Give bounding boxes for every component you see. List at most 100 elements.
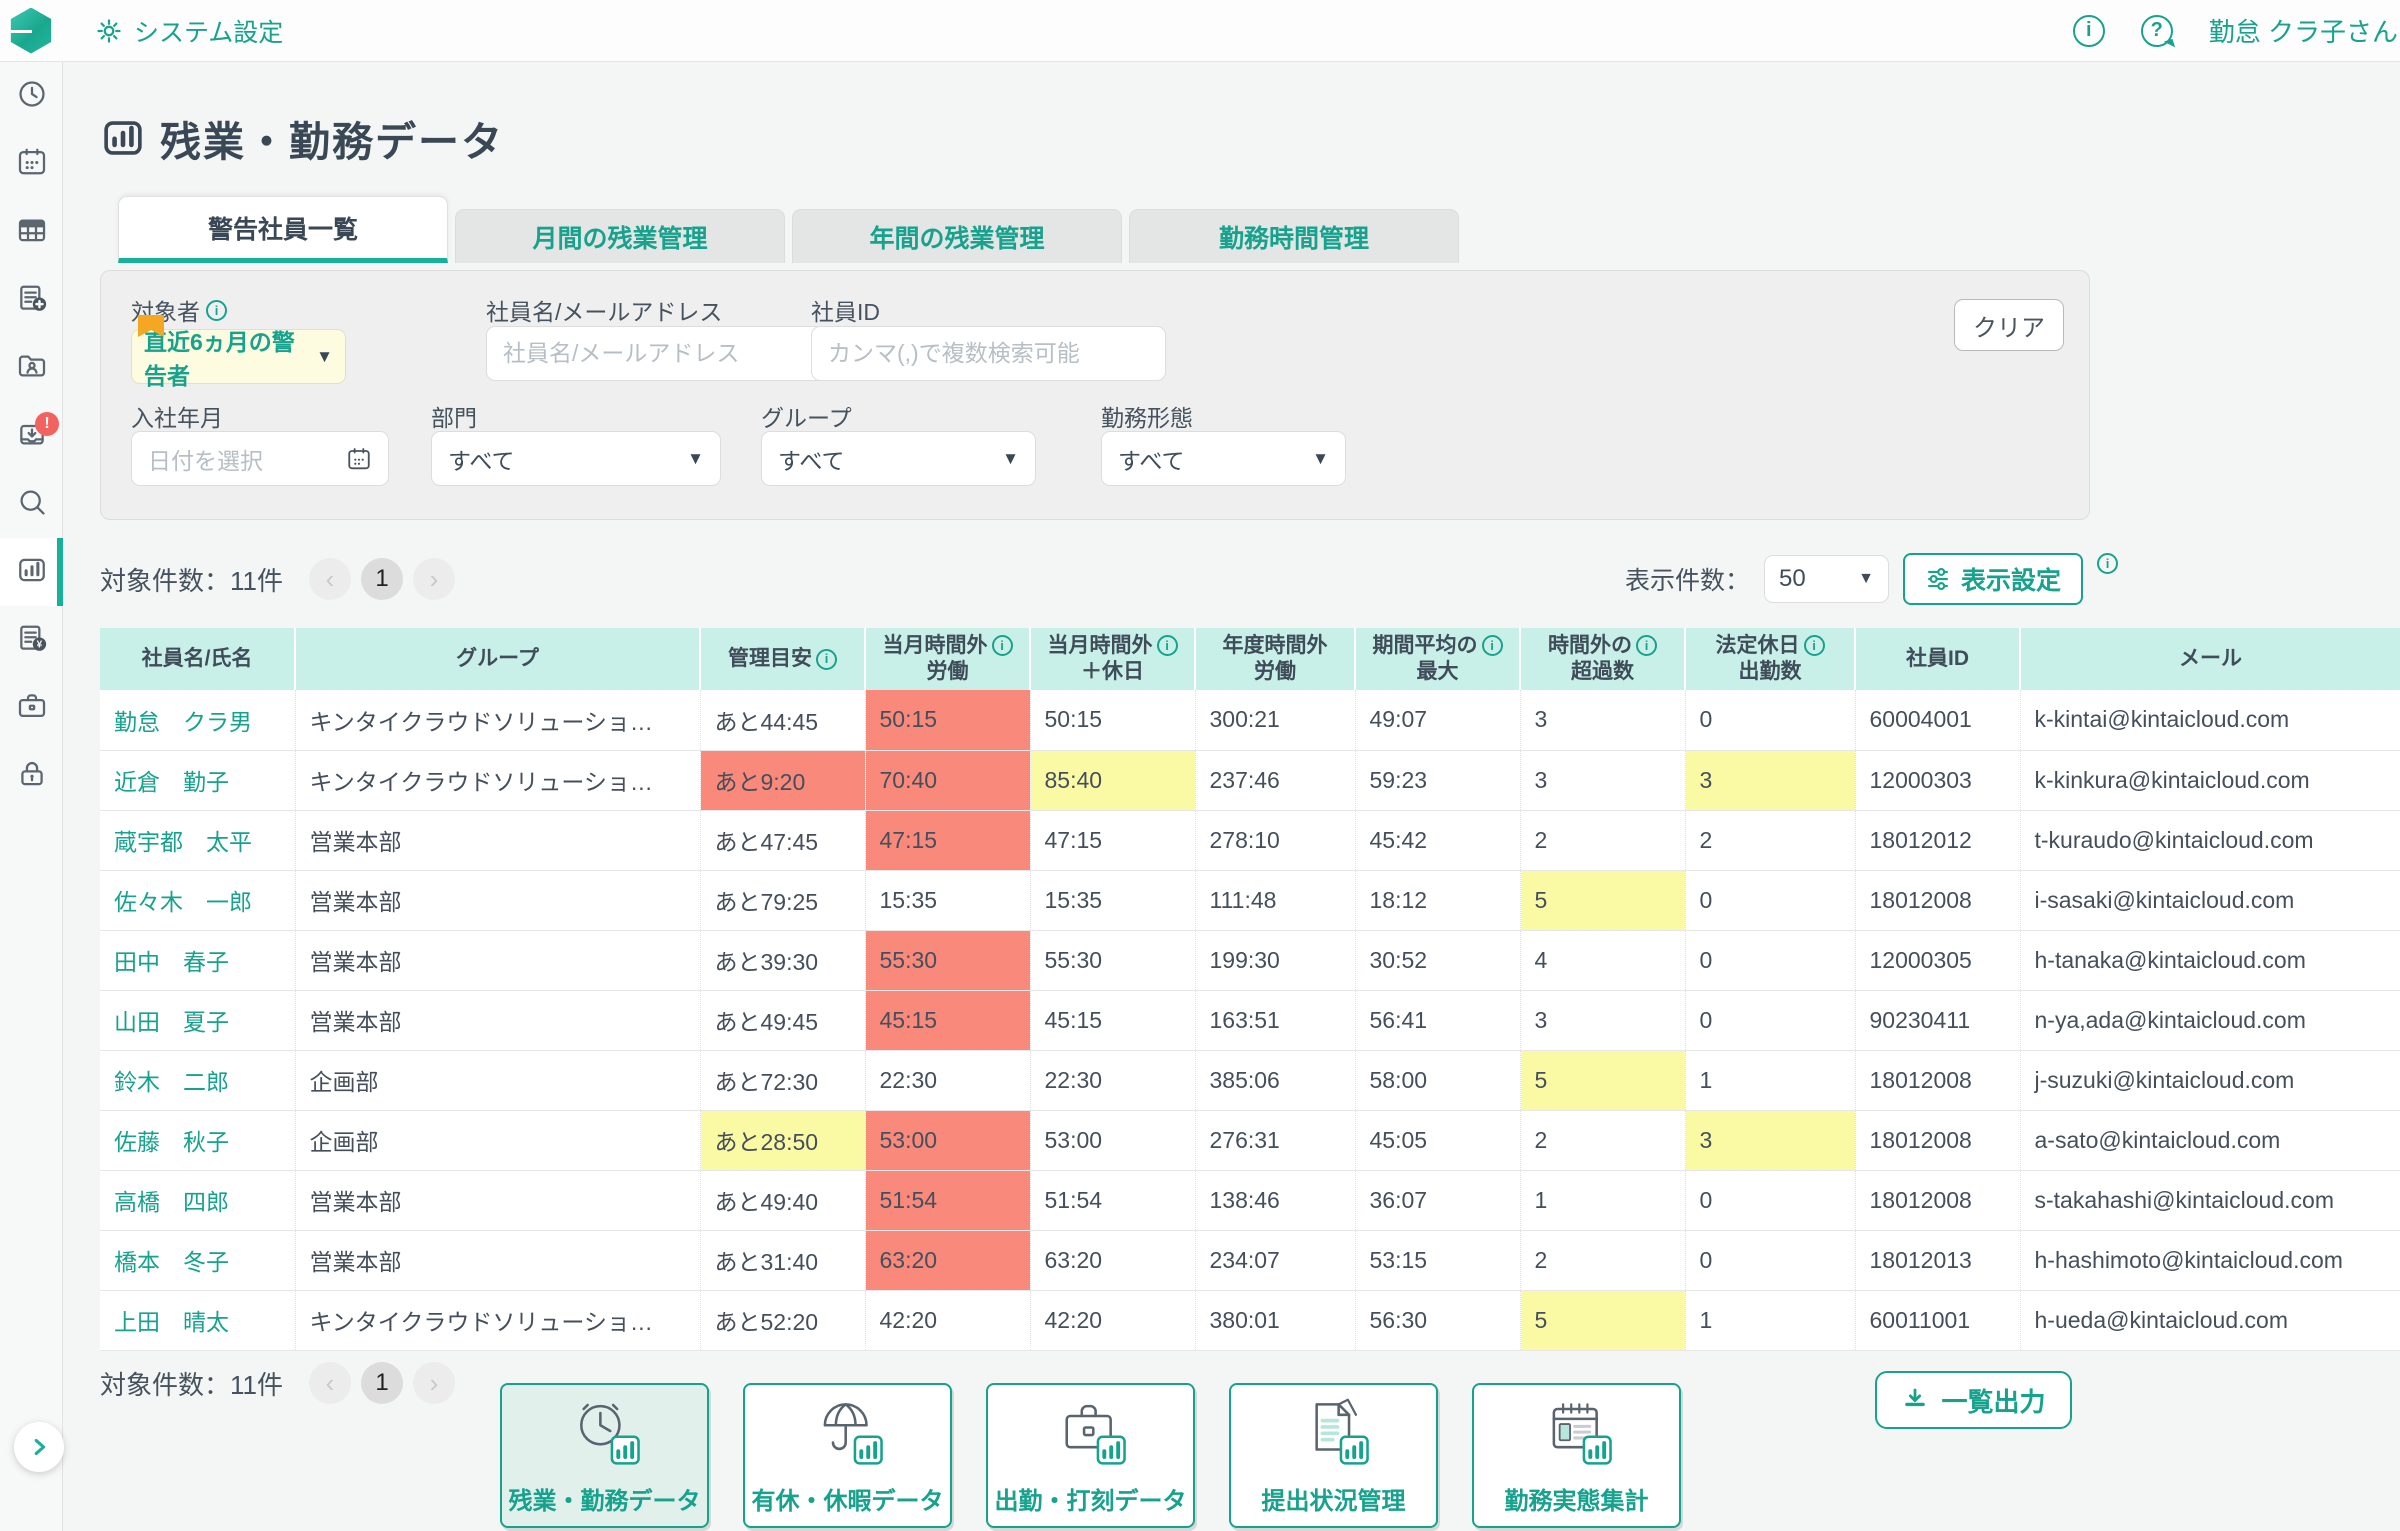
sidebar-expand-button[interactable] bbox=[14, 1422, 64, 1472]
group-select[interactable]: すべて ▼ bbox=[761, 431, 1036, 486]
sidebar-item-search[interactable] bbox=[0, 470, 63, 538]
target-filter-select[interactable]: 直近6ヵ月の警告者 ▼ bbox=[131, 315, 346, 389]
join-date-input[interactable]: 日付を選択 bbox=[131, 431, 389, 486]
data-cell: 営業本部 bbox=[295, 930, 701, 991]
info-icon[interactable]: i bbox=[2072, 14, 2105, 47]
data-cell: 1 bbox=[1685, 1290, 1856, 1351]
sidebar-item-clock[interactable] bbox=[0, 62, 63, 130]
data-cell: 22:30 bbox=[1030, 1050, 1196, 1111]
next-page-button[interactable]: › bbox=[413, 558, 455, 600]
current-page-button[interactable]: 1 bbox=[361, 1362, 403, 1404]
nav-card-docs[interactable]: 提出状況管理 bbox=[1229, 1383, 1438, 1528]
sidebar-item-document-add[interactable] bbox=[0, 266, 63, 334]
info-icon[interactable]: i bbox=[1481, 635, 1503, 657]
data-cell: 3 bbox=[1520, 690, 1686, 751]
employee-id-filter-input[interactable] bbox=[811, 326, 1166, 381]
employee-name-cell: 山田 夏子 bbox=[100, 990, 296, 1051]
department-select[interactable]: すべて ▼ bbox=[431, 431, 721, 486]
prev-page-button[interactable]: ‹ bbox=[309, 558, 351, 600]
nav-card-label: 有休・休暇データ bbox=[751, 1488, 944, 1515]
table-row: 鈴木 二郎 企画部 あと72:30 22:30 22:30 385:06 58:00 5 1 18… bbox=[100, 1050, 2400, 1111]
work-type-select[interactable]: すべて ▼ bbox=[1101, 431, 1346, 486]
work-type-filter-label: 勤務形態 bbox=[1101, 405, 1193, 431]
system-settings-link[interactable]: システム設定 bbox=[94, 13, 283, 49]
data-cell: 199:30 bbox=[1195, 930, 1356, 991]
sidebar-item-inbox-download[interactable]: ! bbox=[0, 402, 63, 470]
display-controls: 表示件数： 50 ▼ 表示設定 i bbox=[1625, 553, 2119, 605]
data-cell: 18012008 bbox=[1855, 1050, 2021, 1111]
employee-name-link[interactable]: 佐々木 一郎 bbox=[114, 889, 252, 915]
info-icon[interactable]: i bbox=[206, 299, 227, 321]
prev-page-button[interactable]: ‹ bbox=[309, 1362, 351, 1404]
employee-name-link[interactable]: 蔵宇都 太平 bbox=[114, 829, 252, 855]
email-cell: t-kuraudo@kintaicloud.com bbox=[2020, 810, 2400, 871]
column-header: 年度時間外 労働 bbox=[1195, 628, 1356, 690]
sidebar-item-briefcase[interactable] bbox=[0, 674, 63, 742]
data-cell: 18012008 bbox=[1855, 870, 2021, 931]
info-icon[interactable]: i bbox=[991, 635, 1013, 657]
employee-name-cell: 佐藤 秋子 bbox=[100, 1110, 296, 1171]
sidebar-item-calendar[interactable] bbox=[0, 130, 63, 198]
display-settings-button[interactable]: 表示設定 bbox=[1903, 553, 2084, 605]
email-cell: a-sato@kintaicloud.com bbox=[2020, 1110, 2400, 1171]
data-cell: あと44:45 bbox=[700, 690, 866, 751]
employee-name-cell: 蔵宇都 太平 bbox=[100, 810, 296, 871]
data-cell: 237:46 bbox=[1195, 750, 1356, 811]
tab-monthly-overtime[interactable]: 月間の残業管理 bbox=[455, 209, 785, 263]
info-icon[interactable]: i bbox=[1156, 635, 1178, 657]
data-cell: 42:20 bbox=[1030, 1290, 1196, 1351]
nav-card-calendar[interactable]: 勤務実態集計 bbox=[1472, 1383, 1681, 1528]
tab-working-hours[interactable]: 勤務時間管理 bbox=[1129, 209, 1459, 263]
info-icon[interactable]: i bbox=[1636, 635, 1657, 657]
sidebar-item-lock[interactable] bbox=[0, 742, 63, 810]
current-page-button[interactable]: 1 bbox=[361, 558, 403, 600]
tab-warning-employee-list[interactable]: 警告社員一覧 bbox=[118, 196, 448, 263]
employee-name-link[interactable]: 近倉 勤子 bbox=[114, 769, 229, 795]
data-cell: 42:20 bbox=[865, 1290, 1031, 1351]
group-filter-label: グループ bbox=[761, 405, 852, 431]
data-cell: あと9:20 bbox=[700, 750, 866, 811]
nav-card-clock[interactable]: 残業・勤務データ bbox=[500, 1383, 709, 1528]
app-logo[interactable] bbox=[10, 7, 52, 54]
sidebar-item-document-yen[interactable]: ¥ bbox=[0, 606, 63, 674]
sidebar-item-folder-user[interactable] bbox=[0, 334, 63, 402]
employee-name-link[interactable]: 田中 春子 bbox=[114, 949, 229, 975]
sidebar-item-table[interactable] bbox=[0, 198, 63, 266]
clear-button[interactable]: クリア bbox=[1954, 299, 2064, 351]
data-cell: 営業本部 bbox=[295, 1230, 701, 1291]
data-cell: あと39:30 bbox=[700, 930, 866, 991]
nav-card-umbrella[interactable]: 有休・休暇データ bbox=[743, 1383, 952, 1528]
employee-name-link[interactable]: 高橋 四郎 bbox=[114, 1189, 229, 1215]
data-cell: 15:35 bbox=[1030, 870, 1196, 931]
nav-card-briefcase[interactable]: 出勤・打刻データ bbox=[986, 1383, 1195, 1528]
next-page-button[interactable]: › bbox=[413, 1362, 455, 1404]
help-icon[interactable]: ? bbox=[2140, 14, 2173, 47]
data-cell: 2 bbox=[1520, 1110, 1686, 1171]
per-page-select[interactable]: 50 ▼ bbox=[1764, 555, 1890, 603]
export-list-button[interactable]: 一覧出力 bbox=[1875, 1371, 2072, 1429]
data-cell: 90230411 bbox=[1855, 990, 2021, 1051]
name-filter-input[interactable] bbox=[486, 326, 846, 381]
data-cell: あと72:30 bbox=[700, 1050, 866, 1111]
info-icon[interactable]: i bbox=[816, 648, 837, 670]
employee-name-link[interactable]: 橋本 冬子 bbox=[114, 1249, 229, 1275]
chevron-right-icon bbox=[34, 1439, 46, 1455]
data-cell: あと31:40 bbox=[700, 1230, 866, 1291]
data-cell: 18012008 bbox=[1855, 1170, 2021, 1231]
nav-card-label: 提出状況管理 bbox=[1261, 1488, 1406, 1515]
data-cell: 51:54 bbox=[1030, 1170, 1196, 1231]
data-cell: 45:15 bbox=[865, 990, 1031, 1051]
data-cell: 0 bbox=[1685, 690, 1856, 751]
employee-name-cell: 勤怠 クラ男 bbox=[100, 690, 296, 751]
sidebar-item-bar-chart[interactable] bbox=[0, 538, 63, 606]
employee-name-link[interactable]: 上田 晴太 bbox=[114, 1309, 229, 1335]
tab-yearly-overtime[interactable]: 年間の残業管理 bbox=[792, 209, 1122, 263]
employee-name-link[interactable]: 勤怠 クラ男 bbox=[114, 709, 252, 735]
info-icon[interactable]: i bbox=[2097, 553, 2119, 574]
data-cell: 12000303 bbox=[1855, 750, 2021, 811]
user-name[interactable]: 勤怠 クラ子さん bbox=[2209, 12, 2398, 49]
info-icon[interactable]: i bbox=[1803, 635, 1825, 657]
employee-name-link[interactable]: 佐藤 秋子 bbox=[114, 1129, 229, 1155]
employee-name-link[interactable]: 山田 夏子 bbox=[114, 1009, 229, 1035]
employee-name-link[interactable]: 鈴木 二郎 bbox=[114, 1069, 229, 1095]
